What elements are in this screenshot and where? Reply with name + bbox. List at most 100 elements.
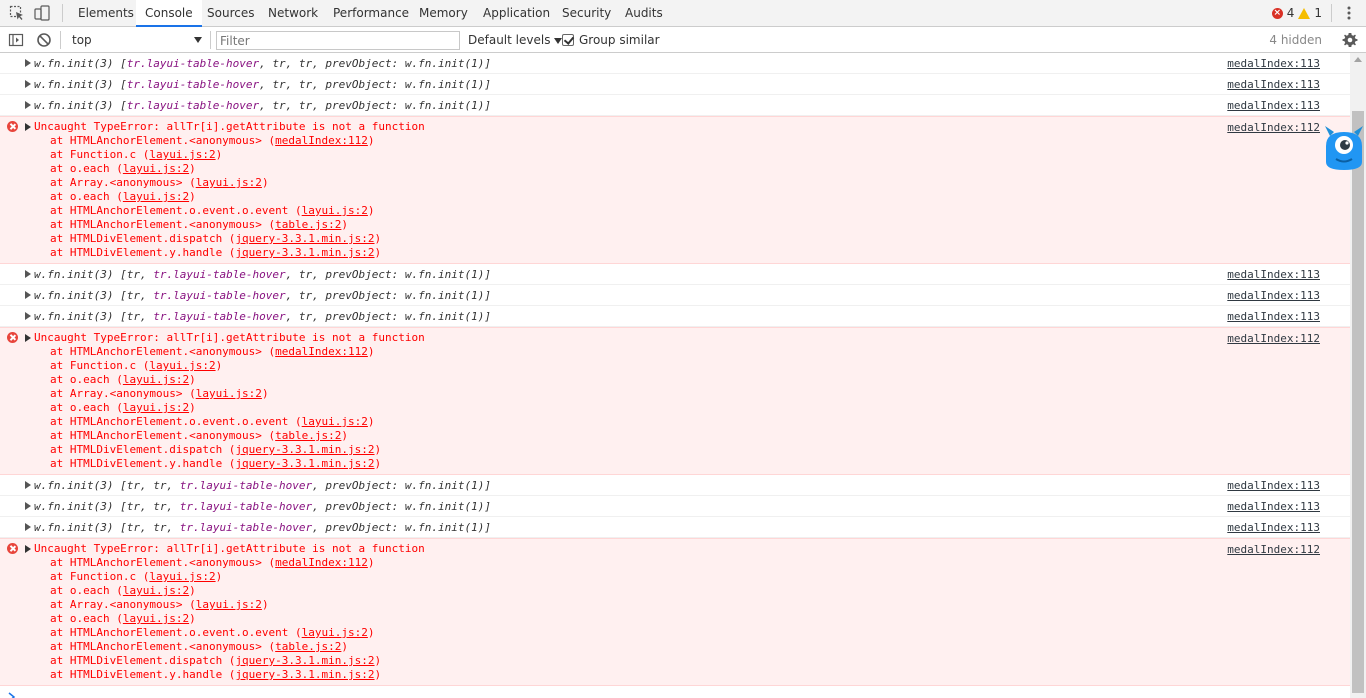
log-row[interactable]: w.fn.init(3) [tr, tr, tr.layui-table-hov… [0, 475, 1350, 496]
source-link[interactable]: medalIndex:113 [1227, 78, 1320, 91]
source-link[interactable]: medalIndex:113 [1227, 310, 1320, 323]
source-link[interactable]: medalIndex:112 [1227, 332, 1320, 345]
scrollbar-thumb[interactable] [1352, 111, 1364, 693]
console-prompt-row[interactable] [0, 686, 1350, 698]
tab-sources[interactable]: Sources [207, 0, 254, 26]
stack-frame-link[interactable]: jquery-3.3.1.min.js:2 [235, 246, 374, 259]
expand-triangle-icon[interactable] [25, 291, 31, 299]
stack-frame-link[interactable]: layui.js:2 [196, 176, 262, 189]
source-link[interactable]: medalIndex:112 [1227, 543, 1320, 556]
source-link[interactable]: medalIndex:113 [1227, 289, 1320, 302]
tab-performance[interactable]: Performance [333, 0, 409, 26]
log-row[interactable]: w.fn.init(3) [tr, tr.layui-table-hover, … [0, 306, 1350, 327]
inspect-element-icon[interactable] [9, 5, 25, 21]
log-highlight: tr.layui-table-hover [179, 479, 313, 492]
log-row[interactable]: w.fn.init(3) [tr.layui-table-hover, tr, … [0, 95, 1350, 116]
stack-frame-link[interactable]: layui.js:2 [149, 359, 215, 372]
error-row[interactable]: Uncaught TypeError: allTr[i].getAttribut… [0, 538, 1350, 686]
log-row[interactable]: w.fn.init(3) [tr, tr, tr.layui-table-hov… [0, 496, 1350, 517]
tab-application[interactable]: Application [483, 0, 550, 26]
stack-frame-link[interactable]: layui.js:2 [123, 401, 189, 414]
log-highlight: tr.layui-table-hover [153, 310, 286, 323]
group-similar-toggle[interactable]: Group similar [562, 31, 660, 49]
stack-frame: at HTMLAnchorElement.<anonymous> (medalI… [50, 556, 375, 569]
expand-triangle-icon[interactable] [25, 545, 31, 553]
source-link[interactable]: medalIndex:112 [1227, 121, 1320, 134]
stack-frame-link[interactable]: layui.js:2 [123, 584, 189, 597]
error-row[interactable]: Uncaught TypeError: allTr[i].getAttribut… [0, 327, 1350, 475]
group-similar-checkbox[interactable] [562, 34, 574, 46]
log-row[interactable]: w.fn.init(3) [tr.layui-table-hover, tr, … [0, 74, 1350, 95]
stack-frame-link[interactable]: table.js:2 [275, 429, 341, 442]
devtools-tab-bar: Elements Console Sources Network Perform… [0, 0, 1366, 27]
log-row[interactable]: w.fn.init(3) [tr, tr, tr.layui-table-hov… [0, 517, 1350, 538]
source-link[interactable]: medalIndex:113 [1227, 268, 1320, 281]
expand-triangle-icon[interactable] [25, 312, 31, 320]
log-message: w.fn.init(3) [tr.layui-table-hover, tr, … [34, 78, 491, 91]
stack-frame-link[interactable]: layui.js:2 [196, 387, 262, 400]
stack-frame-link[interactable]: layui.js:2 [302, 626, 368, 639]
stack-frame-link[interactable]: medalIndex:112 [275, 556, 368, 569]
clear-console-icon[interactable] [36, 32, 52, 48]
log-row[interactable]: w.fn.init(3) [tr.layui-table-hover, tr, … [0, 53, 1350, 74]
stack-frame-link[interactable]: jquery-3.3.1.min.js:2 [235, 654, 374, 667]
issue-counts[interactable]: × 4 1 [1271, 0, 1322, 26]
tab-memory[interactable]: Memory [419, 0, 468, 26]
stack-frame-link[interactable]: medalIndex:112 [275, 134, 368, 147]
source-link[interactable]: medalIndex:113 [1227, 500, 1320, 513]
log-row[interactable]: w.fn.init(3) [tr, tr.layui-table-hover, … [0, 285, 1350, 306]
tab-elements[interactable]: Elements [78, 0, 134, 26]
stack-frame-link[interactable]: table.js:2 [275, 640, 341, 653]
stack-frame-link[interactable]: layui.js:2 [196, 598, 262, 611]
expand-triangle-icon[interactable] [25, 334, 31, 342]
stack-frame: at Function.c (layui.js:2) [50, 570, 223, 583]
stack-frame: at o.each (layui.js:2) [50, 190, 196, 203]
stack-frame: at Array.<anonymous> (layui.js:2) [50, 387, 269, 400]
stack-frame-link[interactable]: medalIndex:112 [275, 345, 368, 358]
gear-icon[interactable] [1342, 32, 1358, 48]
group-similar-label: Group similar [579, 33, 660, 47]
stack-frame-link[interactable]: layui.js:2 [302, 204, 368, 217]
stack-frame-link[interactable]: layui.js:2 [123, 162, 189, 175]
expand-triangle-icon[interactable] [25, 270, 31, 278]
stack-frame-link[interactable]: layui.js:2 [123, 373, 189, 386]
stack-frame-link[interactable]: layui.js:2 [149, 570, 215, 583]
stack-frame: at o.each (layui.js:2) [50, 373, 196, 386]
tab-network[interactable]: Network [268, 0, 318, 26]
source-link[interactable]: medalIndex:113 [1227, 99, 1320, 112]
stack-frame-link[interactable]: jquery-3.3.1.min.js:2 [235, 443, 374, 456]
expand-triangle-icon[interactable] [25, 502, 31, 510]
stack-frame: at HTMLAnchorElement.<anonymous> (medalI… [50, 345, 375, 358]
source-link[interactable]: medalIndex:113 [1227, 521, 1320, 534]
stack-frame-link[interactable]: layui.js:2 [123, 612, 189, 625]
expand-triangle-icon[interactable] [25, 523, 31, 531]
source-link[interactable]: medalIndex:113 [1227, 479, 1320, 492]
log-message: w.fn.init(3) [tr.layui-table-hover, tr, … [34, 99, 491, 112]
tab-console[interactable]: Console [136, 0, 202, 27]
monster-mascot-icon[interactable] [1322, 124, 1366, 172]
stack-frame-link[interactable]: jquery-3.3.1.min.js:2 [235, 232, 374, 245]
context-selector[interactable]: top [66, 31, 206, 49]
log-row[interactable]: w.fn.init(3) [tr, tr.layui-table-hover, … [0, 264, 1350, 285]
console-sidebar-icon[interactable] [8, 32, 24, 48]
expand-triangle-icon[interactable] [25, 123, 31, 131]
stack-frame-link[interactable]: layui.js:2 [123, 190, 189, 203]
scroll-up-arrow-icon[interactable] [1354, 57, 1362, 62]
stack-frame-link[interactable]: jquery-3.3.1.min.js:2 [235, 457, 374, 470]
stack-frame-link[interactable]: jquery-3.3.1.min.js:2 [235, 668, 374, 681]
stack-frame-link[interactable]: layui.js:2 [302, 415, 368, 428]
kebab-menu-icon[interactable] [1342, 5, 1356, 21]
tab-security[interactable]: Security [562, 0, 611, 26]
device-toolbar-icon[interactable] [34, 5, 50, 21]
expand-triangle-icon[interactable] [25, 59, 31, 67]
filter-input[interactable] [216, 31, 460, 50]
expand-triangle-icon[interactable] [25, 481, 31, 489]
tab-audits[interactable]: Audits [625, 0, 663, 26]
expand-triangle-icon[interactable] [25, 101, 31, 109]
expand-triangle-icon[interactable] [25, 80, 31, 88]
stack-frame-link[interactable]: layui.js:2 [149, 148, 215, 161]
log-levels-dropdown[interactable]: Default levels [468, 31, 563, 49]
source-link[interactable]: medalIndex:113 [1227, 57, 1320, 70]
stack-frame-link[interactable]: table.js:2 [275, 218, 341, 231]
error-row[interactable]: Uncaught TypeError: allTr[i].getAttribut… [0, 116, 1350, 264]
